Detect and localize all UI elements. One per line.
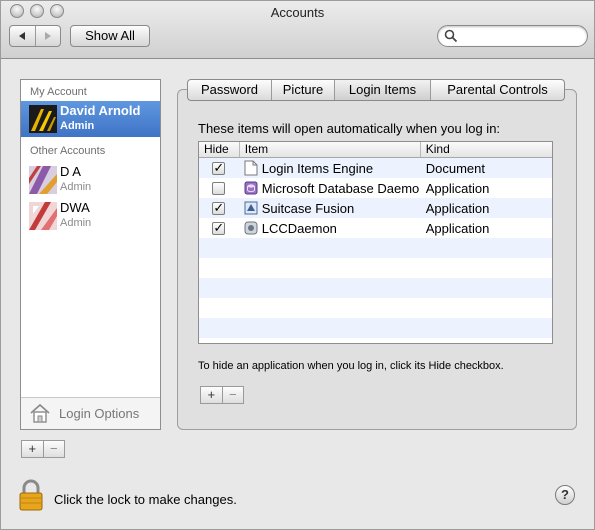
empty-row xyxy=(199,238,552,258)
item-name: Login Items Engine xyxy=(261,160,374,176)
account-david-arnold[interactable]: David Arnold Admin xyxy=(21,101,160,137)
suitcase-fusion-icon xyxy=(244,201,258,215)
tab-bar: Password Picture Login Items Parental Co… xyxy=(187,79,565,101)
user-picture-icon xyxy=(29,105,57,133)
forward-arrow-icon xyxy=(44,32,51,40)
add-account-button[interactable]: + xyxy=(22,441,43,457)
remove-login-item-button[interactable]: − xyxy=(221,387,244,403)
table-header: Hide Item Kind xyxy=(199,142,552,158)
hide-checkbox[interactable] xyxy=(212,181,226,195)
table-row[interactable]: ✓ Suitcase Fusion Application xyxy=(199,198,552,218)
accounts-window: Accounts Show All My Account David Arnol… xyxy=(0,0,595,530)
tab-picture[interactable]: Picture xyxy=(271,80,334,100)
help-button[interactable]: ? xyxy=(555,485,575,505)
item-name: Microsoft Database Daemon xyxy=(261,180,420,196)
account-dwa[interactable]: DWA Admin xyxy=(21,198,160,234)
account-role: Admin xyxy=(60,181,92,193)
user-picture-icon xyxy=(29,166,57,194)
hide-hint: To hide an application when you log in, … xyxy=(198,360,504,372)
hide-checkbox[interactable]: ✓ xyxy=(212,161,226,175)
account-name: D A xyxy=(60,164,81,179)
account-name: DWA xyxy=(60,200,90,215)
other-accounts-header: Other Accounts xyxy=(30,145,106,157)
item-kind: Application xyxy=(425,220,490,236)
house-icon xyxy=(30,403,50,423)
tab-parental-controls[interactable]: Parental Controls xyxy=(430,80,564,100)
search-icon xyxy=(444,29,458,43)
column-kind[interactable]: Kind xyxy=(419,142,552,157)
login-items-add-remove: + − xyxy=(200,386,244,404)
account-add-remove: + − xyxy=(21,440,65,458)
accounts-list: My Account David Arnold Admin Other Acco… xyxy=(20,79,161,430)
back-arrow-icon xyxy=(19,32,26,40)
tab-login-items[interactable]: Login Items xyxy=(334,80,430,100)
table-row[interactable]: ✓ Login Items Engine Document xyxy=(199,158,552,178)
database-daemon-icon xyxy=(244,181,258,195)
show-all-button[interactable]: Show All xyxy=(70,25,150,47)
account-role: Admin xyxy=(60,217,92,229)
column-item[interactable]: Item xyxy=(238,142,420,157)
my-account-header: My Account xyxy=(30,86,87,98)
empty-row xyxy=(199,318,552,338)
remove-account-button[interactable]: − xyxy=(42,441,65,457)
lock-icon[interactable] xyxy=(19,479,43,511)
item-kind: Application xyxy=(425,200,490,216)
account-role: Admin xyxy=(60,120,95,132)
search-input[interactable] xyxy=(460,28,580,44)
back-forward-buttons xyxy=(9,25,61,47)
item-name: LCCDaemon xyxy=(261,220,337,236)
title-toolbar: Accounts Show All xyxy=(1,1,594,59)
window-title: Accounts xyxy=(270,5,325,20)
forward-button[interactable] xyxy=(34,26,61,46)
item-kind: Application xyxy=(425,180,490,196)
login-items-description: These items will open automatically when… xyxy=(198,121,501,136)
table-body: ✓ Login Items Engine Document Microsoft … xyxy=(199,158,552,338)
item-kind: Document xyxy=(425,160,485,176)
column-hide[interactable]: Hide xyxy=(199,142,239,157)
empty-row xyxy=(199,298,552,318)
document-icon xyxy=(244,160,258,176)
account-name: David Arnold xyxy=(60,103,141,118)
table-row[interactable]: ✓ LCCDaemon Application xyxy=(199,218,552,238)
item-name: Suitcase Fusion xyxy=(261,200,355,216)
login-options-item[interactable]: Login Options xyxy=(21,397,160,429)
empty-row xyxy=(199,278,552,298)
login-options-label: Login Options xyxy=(59,406,140,421)
account-da[interactable]: D A Admin xyxy=(21,162,160,198)
hide-checkbox[interactable]: ✓ xyxy=(212,201,226,215)
back-button[interactable] xyxy=(10,26,35,46)
login-items-table: Hide Item Kind ✓ Login Items Engine Docu… xyxy=(198,141,553,344)
lccdaemon-icon xyxy=(244,221,258,235)
lock-message: Click the lock to make changes. xyxy=(54,492,237,507)
search-field[interactable] xyxy=(437,25,588,47)
user-picture-icon xyxy=(29,202,57,230)
hide-checkbox[interactable]: ✓ xyxy=(212,221,226,235)
table-row[interactable]: Microsoft Database Daemon Application xyxy=(199,178,552,198)
empty-row xyxy=(199,258,552,278)
add-login-item-button[interactable]: + xyxy=(201,387,222,403)
tab-password[interactable]: Password xyxy=(188,80,271,100)
